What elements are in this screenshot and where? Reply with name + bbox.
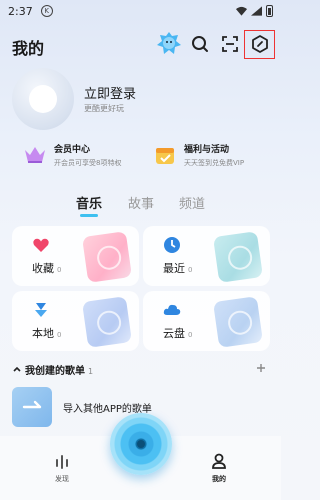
crown-icon: [25, 147, 45, 163]
login-subtitle: 更酷更好玩: [84, 104, 124, 113]
nav-discover[interactable]: 发现: [42, 452, 82, 484]
local-card[interactable]: 本地 0: [12, 291, 139, 351]
import-thumbnail: [12, 387, 52, 427]
favorites-card[interactable]: 收藏 0: [12, 226, 139, 286]
local-label: 本地: [32, 327, 54, 340]
battery-icon: [266, 5, 273, 17]
avatar-face-icon: [29, 85, 57, 113]
player-disc-button[interactable]: [110, 413, 172, 475]
active-tab-indicator: [80, 214, 98, 217]
local-count: 0: [57, 331, 62, 339]
favorites-label: 收藏: [32, 262, 54, 275]
nav-mine-label: 我的: [212, 475, 226, 483]
chevron-up-icon[interactable]: [12, 364, 22, 374]
vip-title: 会员中心: [54, 145, 91, 155]
favorites-count: 0: [57, 266, 62, 274]
cloud-icon: [163, 304, 181, 315]
recent-label: 最近: [163, 262, 185, 275]
playlists-title: 我创建的歌单 1: [25, 362, 93, 377]
welfare-subtitle: 天天签到兑免费VIP: [184, 159, 245, 167]
add-playlist-icon[interactable]: [254, 361, 268, 375]
clock-icon: [164, 237, 180, 253]
user-icon: [212, 453, 226, 469]
avatar[interactable]: [12, 68, 74, 130]
signal-icon: [251, 6, 262, 16]
cloud-label: 云盘: [163, 327, 185, 340]
recent-count: 0: [188, 266, 193, 274]
mascot-icon[interactable]: [156, 30, 182, 58]
playlists-title-text: 我创建的歌单: [25, 366, 85, 377]
cloud-count: 0: [188, 331, 193, 339]
arrow-right-icon: [22, 400, 42, 409]
welfare-title: 福利与活动: [184, 145, 230, 155]
status-time: 2:37: [8, 4, 33, 18]
header: 我的: [0, 30, 281, 60]
cloud-card[interactable]: 云盘 0: [143, 291, 270, 351]
card-label: 云盘 0: [163, 325, 192, 341]
tab-music[interactable]: 音乐: [76, 193, 102, 212]
calendar-icon: [156, 148, 174, 164]
recent-art: [213, 231, 263, 283]
playlists-count: 1: [88, 367, 94, 376]
nav-mine[interactable]: 我的: [199, 452, 239, 484]
bars-icon: [56, 455, 68, 469]
page-title: 我的: [12, 39, 45, 58]
vip-center-button[interactable]: 会员中心 开会员可享受8项特权: [22, 137, 152, 173]
nav-discover-label: 发现: [55, 475, 69, 483]
favorites-art: [82, 231, 132, 283]
highlight-box: [244, 30, 275, 59]
download-icon: [35, 303, 47, 317]
card-label: 最近 0: [163, 260, 192, 276]
tab-story[interactable]: 故事: [128, 193, 154, 212]
cloud-art: [213, 296, 263, 348]
status-bar: 2:37 K: [0, 0, 281, 22]
tab-channel[interactable]: 频道: [179, 193, 205, 212]
profile-section[interactable]: 立即登录 更酷更好玩: [12, 68, 272, 138]
status-icons: [236, 5, 273, 17]
recent-card[interactable]: 最近 0: [143, 226, 270, 286]
scan-icon[interactable]: [220, 34, 240, 54]
vip-subtitle: 开会员可享受8项特权: [54, 159, 122, 167]
local-art: [82, 296, 132, 348]
disc-center-icon: [137, 440, 145, 448]
content-tabs: 音乐 故事 频道: [0, 193, 281, 217]
card-label: 本地 0: [32, 325, 61, 341]
heart-icon: [33, 238, 49, 252]
my-playlists-header[interactable]: 我创建的歌单 1: [12, 361, 272, 377]
notification-icon: K: [40, 5, 53, 17]
welfare-button[interactable]: 福利与活动 天天签到兑免费VIP: [152, 137, 282, 173]
login-link[interactable]: 立即登录: [84, 83, 136, 102]
card-label: 收藏 0: [32, 260, 61, 276]
search-icon[interactable]: [190, 34, 210, 54]
wifi-icon: [236, 6, 247, 16]
